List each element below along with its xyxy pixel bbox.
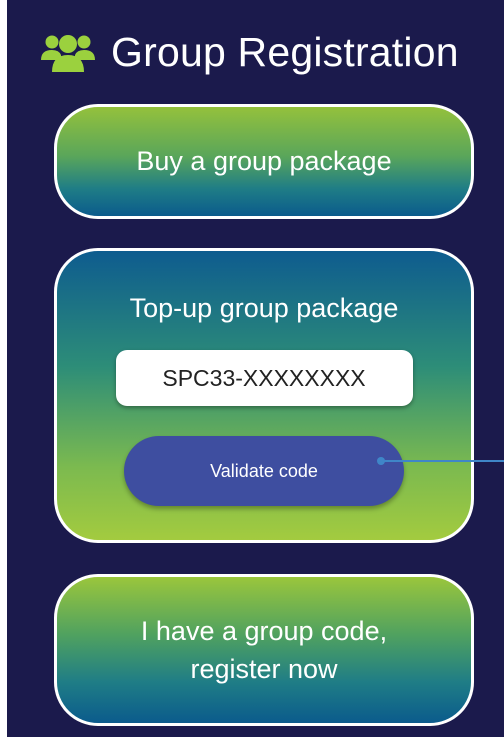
callout-pointer-line <box>380 460 504 462</box>
group-code-input[interactable] <box>115 350 413 406</box>
page-header: Group Registration <box>39 26 459 78</box>
register-label-line1: I have a group code, <box>140 616 388 646</box>
topup-group-package-card: Top-up group package Validate code <box>54 248 474 543</box>
users-group-icon <box>41 35 95 72</box>
validate-code-button[interactable]: Validate code <box>124 436 404 506</box>
buy-group-package-button[interactable]: Buy a group package <box>54 104 474 219</box>
registration-panel: Group Registration Buy a group package T… <box>7 0 504 737</box>
topup-title: Top-up group package <box>129 293 399 323</box>
buy-group-package-label: Buy a group package <box>136 146 392 176</box>
register-label-line2: register now <box>190 654 338 684</box>
register-with-group-code-button[interactable]: I have a group code, register now <box>54 574 474 726</box>
page-title: Group Registration <box>111 28 459 75</box>
callout-pointer-dot <box>377 457 385 465</box>
